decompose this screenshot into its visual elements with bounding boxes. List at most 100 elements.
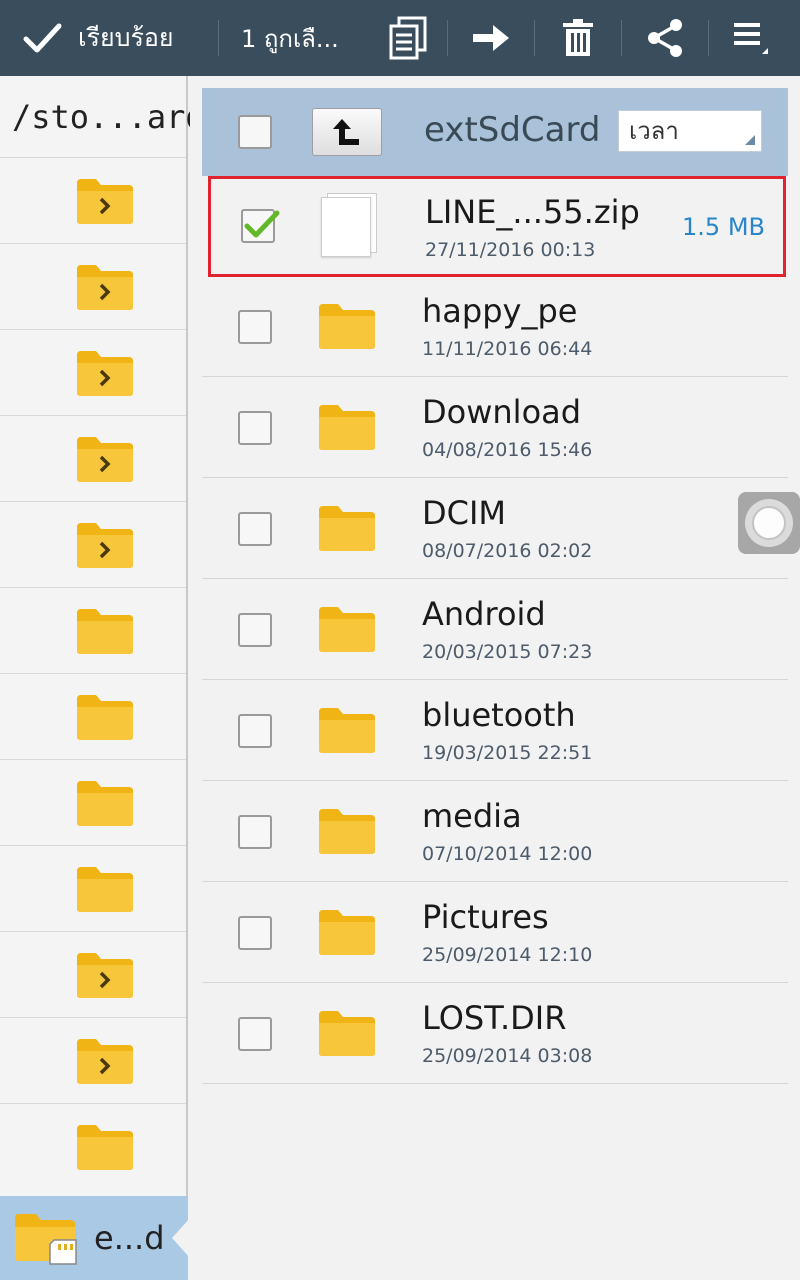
tree-folder-item[interactable] (0, 588, 186, 674)
folder-date: 04/08/2016 15:46 (422, 439, 593, 461)
folder-tree-panel: /sto...ard e...d (0, 76, 205, 1280)
folder-name: LOST.DIR (422, 999, 567, 1037)
sort-dropdown[interactable]: เวลา (618, 110, 762, 152)
file-size: 1.5 MB (682, 213, 765, 241)
tree-folder-item[interactable] (0, 760, 186, 846)
copy-button[interactable] (369, 0, 447, 76)
folder-icon (77, 780, 133, 826)
sort-value: เวลา (629, 117, 679, 145)
folder-expand-icon (77, 436, 133, 482)
move-icon (473, 25, 509, 51)
assistive-touch-button[interactable] (738, 492, 800, 554)
checkmark-icon (244, 210, 280, 238)
folder-row[interactable]: Android 20/03/2015 07:23 (202, 579, 788, 680)
folder-date: 11/11/2016 06:44 (422, 338, 593, 360)
action-bar: เรียบร้อย 1 ถูกเลื... (0, 0, 800, 76)
file-list-panel: extSdCard เวลา LINE_...55.zip 27/11/2016… (190, 76, 800, 1280)
folder-icon (319, 304, 375, 349)
row-checkbox[interactable] (238, 714, 272, 748)
file-date: 27/11/2016 00:13 (425, 239, 596, 261)
menu-icon (734, 23, 768, 54)
folder-name: Android (422, 595, 546, 633)
up-arrow-icon (333, 119, 359, 145)
folder-name: DCIM (422, 494, 507, 532)
folder-expand-icon (77, 952, 133, 998)
file-name: LINE_...55.zip (425, 193, 640, 231)
folder-icon (319, 405, 375, 450)
tree-folder-item[interactable] (0, 158, 186, 244)
more-options-button[interactable] (709, 0, 793, 76)
folder-icon (319, 708, 375, 753)
current-storage-item[interactable]: e...d (0, 1196, 190, 1280)
folder-name: bluetooth (422, 696, 576, 734)
folder-expand-icon (77, 1038, 133, 1084)
dropdown-corner-icon (745, 135, 755, 145)
folder-date: 07/10/2014 12:00 (422, 843, 593, 865)
tree-path-label: /sto...ard (0, 76, 205, 158)
folder-expand-icon (77, 350, 133, 396)
folder-icon (319, 506, 375, 551)
file-icon (321, 193, 377, 257)
selection-count-dropdown[interactable]: 1 ถูกเลื... (219, 19, 369, 58)
file-row[interactable]: LINE_...55.zip 27/11/2016 00:13 1.5 MB (208, 176, 786, 277)
up-folder-button[interactable] (312, 108, 382, 156)
tree-folder-item[interactable] (0, 674, 186, 760)
tree-folder-item[interactable] (0, 846, 186, 932)
folder-name: media (422, 797, 522, 835)
share-button[interactable] (622, 0, 708, 76)
folder-row[interactable]: Pictures 25/09/2014 12:10 (202, 882, 788, 983)
folder-date: 20/03/2015 07:23 (422, 641, 593, 663)
folder-row[interactable]: DCIM 08/07/2016 02:02 (202, 478, 788, 579)
select-all-checkbox[interactable] (238, 115, 272, 149)
tree-folder-item[interactable] (0, 1018, 186, 1104)
folder-icon (319, 1011, 375, 1056)
row-checkbox[interactable] (238, 411, 272, 445)
current-storage-label: e...d (94, 1219, 165, 1257)
tree-folder-item[interactable] (0, 330, 186, 416)
folder-icon (77, 866, 133, 912)
done-button[interactable]: เรียบร้อย (0, 0, 218, 76)
row-checkbox[interactable] (238, 916, 272, 950)
row-checkbox[interactable] (238, 815, 272, 849)
tree-folder-item[interactable] (0, 416, 186, 502)
folder-row[interactable]: LOST.DIR 25/09/2014 03:08 (202, 983, 788, 1084)
row-checkbox[interactable] (238, 310, 272, 344)
folder-icon (77, 608, 133, 654)
move-button[interactable] (448, 0, 534, 76)
folder-expand-icon (77, 178, 133, 224)
row-checkbox[interactable] (238, 1017, 272, 1051)
tree-folder-item[interactable] (0, 244, 186, 330)
folder-date: 19/03/2015 22:51 (422, 742, 593, 764)
checkmark-icon (23, 23, 62, 53)
folder-name: Download (422, 393, 582, 431)
folder-row[interactable]: happy_pe 11/11/2016 06:44 (202, 276, 788, 377)
folder-row[interactable]: media 07/10/2014 12:00 (202, 781, 788, 882)
row-checkbox-checked[interactable] (241, 209, 280, 243)
folder-name: happy_pe (422, 292, 578, 330)
tree-folder-item[interactable] (0, 1104, 186, 1190)
delete-icon (563, 19, 593, 56)
folder-icon (77, 1125, 133, 1170)
selection-pointer (172, 1218, 190, 1258)
copy-icon (389, 16, 427, 60)
folder-date: 25/09/2014 03:08 (422, 1045, 593, 1067)
share-icon (648, 19, 682, 57)
folder-icon (319, 910, 375, 955)
sd-card-folder-icon (15, 1214, 77, 1265)
tree-folder-item[interactable] (0, 932, 186, 1018)
current-folder-title: extSdCard (424, 110, 601, 150)
folder-name: Pictures (422, 898, 549, 936)
folder-row[interactable]: Download 04/08/2016 15:46 (202, 377, 788, 478)
assistive-touch-icon (745, 499, 793, 547)
row-checkbox[interactable] (238, 613, 272, 647)
folder-date: 25/09/2014 12:10 (422, 944, 593, 966)
folder-icon (319, 809, 375, 854)
delete-button[interactable] (535, 0, 621, 76)
path-header: extSdCard เวลา (202, 88, 788, 176)
folder-row[interactable]: bluetooth 19/03/2015 22:51 (202, 680, 788, 781)
tree-folder-item[interactable] (0, 502, 186, 588)
row-checkbox[interactable] (238, 512, 272, 546)
folder-date: 08/07/2016 02:02 (422, 540, 593, 562)
folder-icon (319, 607, 375, 652)
folder-expand-icon (77, 264, 133, 310)
